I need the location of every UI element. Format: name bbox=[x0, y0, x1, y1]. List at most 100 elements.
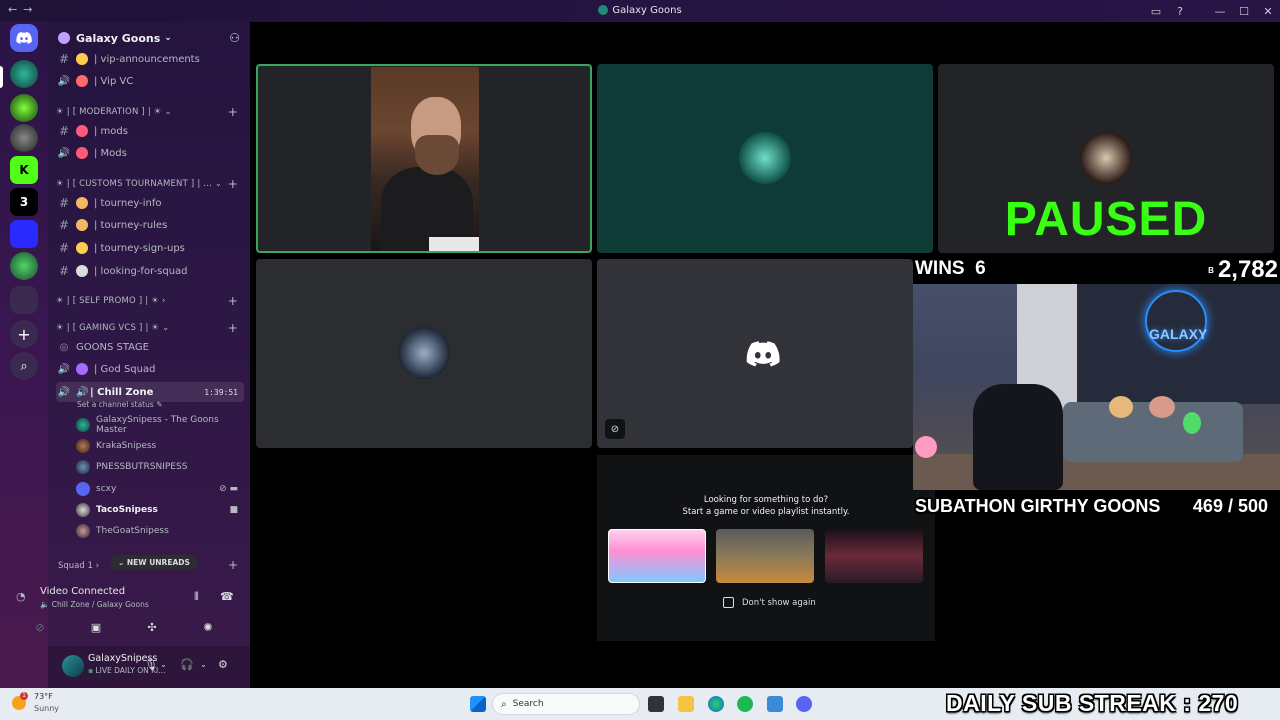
add-channel-icon[interactable]: + bbox=[228, 177, 238, 191]
voice-status[interactable]: Video Connected bbox=[40, 586, 125, 597]
microphone-icon[interactable]: 🎙 bbox=[144, 658, 158, 671]
channel-tourney-info[interactable]: # | tourney-info bbox=[56, 193, 244, 213]
category-self-promo[interactable]: ☀ | [ SELF PROMO ] | ☀ › + bbox=[56, 294, 244, 308]
channel-looking-for-squad[interactable]: # | looking-for-squad bbox=[56, 261, 244, 281]
add-channel-icon[interactable]: + bbox=[228, 105, 238, 119]
streak-value: 270 bbox=[1198, 690, 1239, 716]
discord-taskbar-icon[interactable] bbox=[796, 696, 812, 712]
voice-user[interactable]: KrakaSnipess bbox=[76, 436, 244, 456]
minimize-button[interactable]: — bbox=[1208, 5, 1232, 18]
disconnect-icon[interactable]: ☎ bbox=[220, 590, 234, 603]
voice-channel-icon: 🔊 bbox=[76, 386, 89, 398]
soundboard-button[interactable]: ✺ bbox=[184, 618, 232, 636]
channel-mods[interactable]: # | mods bbox=[56, 121, 244, 141]
paused-label: PAUSED bbox=[1004, 193, 1208, 246]
activities-icon: ✣ bbox=[147, 620, 157, 634]
voice-user-name: PNESSBUTRSNIPESS bbox=[96, 462, 188, 472]
add-channel-icon[interactable]: + bbox=[228, 558, 238, 572]
daily-sub-streak: DAILY SUB STREAK : 270 bbox=[946, 690, 1238, 717]
voice-location[interactable]: 🔈 Chill Zone / Galaxy Goons bbox=[40, 600, 149, 609]
coin-value: 2,782 bbox=[1217, 256, 1278, 283]
selected-indicator bbox=[0, 66, 3, 88]
user-avatar[interactable] bbox=[62, 655, 84, 677]
category-moderation[interactable]: ☀ | [ MODERATION ] | ☀ ⌄ + bbox=[56, 105, 244, 119]
discord-home-icon[interactable] bbox=[10, 24, 38, 52]
video-tile-galaxy[interactable] bbox=[597, 64, 933, 253]
channel-name: | tourney-rules bbox=[94, 219, 168, 231]
category-gaming-vcs[interactable]: ☀ | [ GAMING VCS ] | ☀ ⌄ + bbox=[56, 321, 244, 335]
voice-user[interactable]: scxy ⊘ ▬ bbox=[76, 479, 244, 499]
add-server-icon[interactable]: + bbox=[10, 320, 38, 348]
activity-card-chef[interactable] bbox=[716, 529, 814, 583]
noise-suppression-icon[interactable]: ⦀ bbox=[194, 590, 199, 604]
dont-show-label: Don't show again bbox=[742, 598, 816, 608]
emoji-icon bbox=[76, 75, 88, 87]
folder-icon[interactable] bbox=[10, 286, 38, 314]
activities-button[interactable]: ✣ bbox=[128, 618, 176, 636]
server-icon-blue[interactable] bbox=[10, 220, 38, 248]
avatar bbox=[76, 418, 90, 432]
galaxy-goons-server-icon[interactable] bbox=[10, 60, 38, 88]
video-tile-discord-default[interactable]: ⊘ bbox=[597, 259, 913, 448]
headphones-icon[interactable]: 🎧 bbox=[180, 658, 194, 671]
maximize-button[interactable]: ☐ bbox=[1232, 5, 1256, 18]
category-name: ☀ | [ MODERATION ] | ☀ bbox=[56, 107, 162, 117]
channel-vip-vc[interactable]: 🔊 | Vip VC bbox=[56, 71, 244, 91]
invite-people-icon[interactable]: ⚇ bbox=[229, 31, 240, 45]
video-tile-camera[interactable] bbox=[256, 64, 592, 253]
task-view-icon[interactable] bbox=[648, 696, 664, 712]
category-name: ☀ | [ GAMING VCS ] | ☀ bbox=[56, 323, 160, 333]
dont-show-checkbox[interactable] bbox=[723, 597, 734, 608]
file-explorer-icon[interactable] bbox=[678, 696, 694, 712]
video-tile-user[interactable] bbox=[256, 259, 592, 448]
call-timer: 1:39:51 bbox=[204, 387, 238, 397]
windows-start-icon[interactable] bbox=[470, 696, 486, 712]
squad-category[interactable]: Squad 1 › bbox=[58, 561, 99, 571]
new-unreads-button[interactable]: ⌄ NEW UNREADS bbox=[110, 555, 198, 570]
activity-card-store[interactable] bbox=[825, 529, 923, 583]
avatar bbox=[398, 327, 450, 379]
chevron-down-icon: ⌄ bbox=[214, 179, 223, 189]
chevron-down-icon: ⌄ bbox=[118, 558, 127, 567]
channel-chill-zone[interactable]: 🔊 🔊 | Chill Zone 1:39:51 bbox=[56, 382, 244, 402]
channel-goons-stage[interactable]: ◎ GOONS STAGE bbox=[56, 337, 244, 357]
video-tile-paused[interactable]: PAUSED bbox=[938, 64, 1274, 253]
signal-icon[interactable]: ◔ bbox=[16, 590, 26, 603]
text-channel-icon: # bbox=[58, 196, 70, 210]
add-channel-icon[interactable]: + bbox=[228, 321, 238, 335]
screen-share-button[interactable]: ▣ bbox=[72, 618, 120, 636]
notepad-icon[interactable] bbox=[767, 696, 783, 712]
category-customs-tournament[interactable]: ☀ | [ CUSTOMS TOURNAMENT ] | ... ⌄ + bbox=[56, 177, 244, 191]
channel-god-squad[interactable]: 🔊 | God Squad bbox=[56, 359, 244, 379]
voice-user[interactable]: GalaxySnipess - The Goons Master bbox=[76, 415, 244, 435]
voice-user[interactable]: TheGoatSnipess bbox=[76, 521, 244, 541]
server-icon-green[interactable] bbox=[10, 94, 38, 122]
chevron-down-icon[interactable]: ⌄ bbox=[200, 660, 207, 669]
server-icon-black[interactable]: 3 bbox=[10, 188, 38, 216]
channel-tourney-rules[interactable]: # | tourney-rules bbox=[56, 215, 244, 235]
taskbar-search[interactable]: ⌕ Search bbox=[492, 693, 640, 715]
voice-user[interactable]: TacoSnipess ■ bbox=[76, 500, 244, 520]
activity-card-gartic[interactable] bbox=[608, 529, 706, 583]
avatar bbox=[739, 132, 791, 184]
subathon-label: SUBATHON GIRTHY GOONS bbox=[915, 496, 1161, 516]
channel-vip-announcements[interactable]: # | vip-announcements bbox=[56, 49, 244, 69]
channel-tourney-sign-ups[interactable]: # | tourney-sign-ups bbox=[56, 238, 244, 258]
help-icon[interactable]: ? bbox=[1168, 5, 1192, 18]
discover-icon[interactable]: ⌕ bbox=[10, 352, 38, 380]
channel-status[interactable]: Set a channel status ✎ bbox=[77, 400, 162, 409]
voice-user[interactable]: PNESSBUTRSNIPESS bbox=[76, 457, 244, 477]
kick-server-icon[interactable]: K bbox=[10, 156, 38, 184]
settings-gear-icon[interactable]: ⚙ bbox=[218, 658, 228, 671]
add-channel-icon[interactable]: + bbox=[228, 294, 238, 308]
spotify-icon[interactable] bbox=[737, 696, 753, 712]
chevron-down-icon[interactable]: ⌄ bbox=[160, 660, 167, 669]
inbox-icon[interactable]: ▭ bbox=[1144, 5, 1168, 18]
close-button[interactable]: ✕ bbox=[1256, 5, 1280, 18]
server-icon-gray[interactable] bbox=[10, 124, 38, 152]
edge-browser-icon[interactable] bbox=[708, 696, 724, 712]
camera-off-button[interactable]: ⊘ bbox=[16, 618, 64, 636]
activity-prompt: Looking for something to do? bbox=[703, 495, 829, 505]
channel-mods-voice[interactable]: 🔊 | Mods bbox=[56, 143, 244, 163]
server-icon-teal[interactable] bbox=[10, 252, 38, 280]
